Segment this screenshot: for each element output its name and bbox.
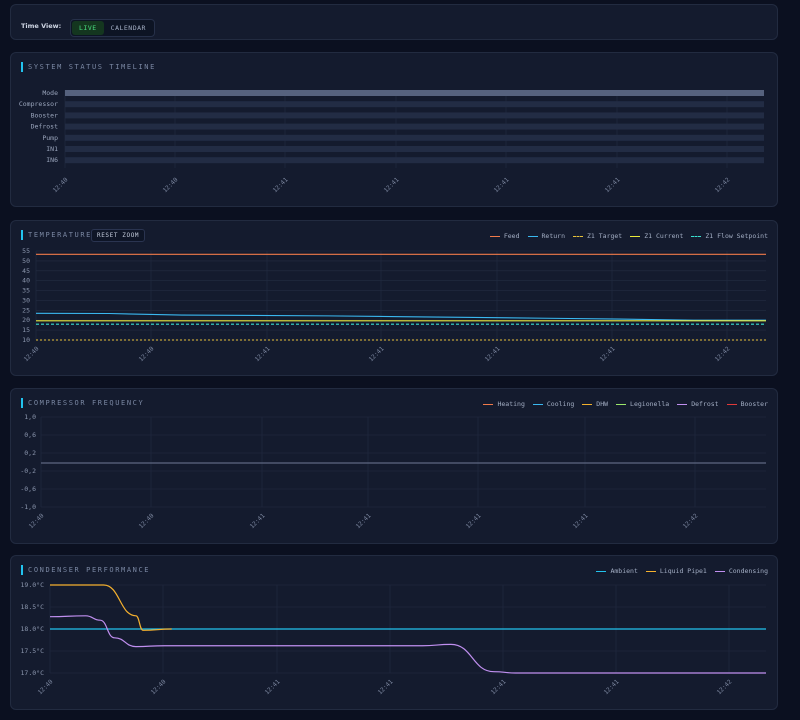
timeline-row-bar [65, 134, 764, 141]
timeline-row-label: Pump [42, 134, 58, 142]
timeline-row-bar [65, 146, 764, 152]
charts-canvas: Mode Compressor Booster Defrost Pump IN1 IN6 12… [19, 89, 766, 696]
frequency-x-tick: 12:41 [355, 512, 373, 530]
timeline-row-label: Compressor [19, 100, 58, 108]
timeline-x-tick: 12:41 [272, 176, 290, 194]
timeline-row-label: IN6 [46, 156, 58, 164]
timeline-x-tick: 12:41 [604, 176, 622, 194]
timeline-x-tick: 12:41 [383, 176, 401, 194]
condenser-y-tick: 18.0°C [21, 625, 45, 633]
temperatures-y-tick: 15 [22, 326, 30, 334]
frequency-x-tick: 12:41 [465, 512, 483, 530]
timeline-row-bar [65, 101, 764, 108]
temperatures-y-tick: 45 [22, 267, 30, 275]
temperatures-y-tick: 35 [22, 287, 30, 295]
condenser-x-tick: 12:42 [716, 678, 734, 696]
condensing-line [49, 615, 766, 674]
condenser-x-tick: 12:41 [603, 678, 621, 696]
temperatures-y-tick: 50 [22, 257, 30, 265]
temperatures-x-tick: 12:41 [599, 345, 617, 363]
timeline-x-tick: 12:42 [714, 176, 732, 194]
timeline-row-bar [65, 123, 764, 130]
frequency-y-tick: -0,2 [20, 467, 36, 475]
temperatures-x-tick: 12:40 [23, 345, 41, 363]
temperatures-y-tick: 20 [22, 316, 30, 324]
condenser-x-tick: 12:40 [37, 678, 55, 696]
timeline-row-label: Booster [31, 111, 58, 119]
condenser-x-tick: 12:40 [150, 678, 168, 696]
condenser-y-tick: 18.5°C [21, 603, 45, 611]
timeline-row-label: Defrost [31, 123, 58, 131]
temperatures-x-tick: 12:41 [368, 345, 386, 363]
temperatures-y-tick: 55 [22, 247, 30, 255]
frequency-y-tick: 0,6 [24, 431, 36, 439]
timeline-x-tick: 12:40 [52, 176, 70, 194]
timeline-x-tick: 12:40 [162, 176, 180, 194]
condenser-y-tick: 17.5°C [21, 647, 45, 655]
temperatures-x-tick: 12:41 [254, 345, 272, 363]
frequency-y-tick: -0,6 [20, 485, 36, 493]
frequency-x-tick: 12:42 [682, 512, 700, 530]
condenser-y-tick: 19.0°C [21, 581, 45, 589]
condenser-x-tick: 12:41 [490, 678, 508, 696]
frequency-y-tick: -1,0 [20, 503, 36, 511]
frequency-y-tick: 1,0 [24, 413, 36, 421]
temperatures-x-tick: 12:42 [714, 345, 732, 363]
return-line [35, 312, 766, 321]
temperatures-y-tick: 40 [22, 277, 30, 285]
temperatures-y-tick: 25 [22, 306, 30, 314]
temperatures-x-tick: 12:41 [484, 345, 502, 363]
frequency-x-tick: 12:41 [249, 512, 267, 530]
frequency-x-tick: 12:41 [572, 512, 590, 530]
condenser-y-tick: 17.0°C [21, 669, 45, 677]
timeline-row-bar [65, 90, 764, 96]
timeline-row-bar [65, 112, 764, 119]
frequency-y-tick: 0,2 [24, 449, 36, 457]
timeline-row-label: Mode [42, 89, 58, 97]
timeline-row-label: IN1 [46, 145, 58, 153]
liquid-pipe1-line [50, 584, 172, 631]
timeline-row-bar [65, 157, 764, 164]
condenser-x-tick: 12:41 [264, 678, 282, 696]
temperatures-x-tick: 12:40 [138, 345, 156, 363]
temperatures-y-tick: 30 [22, 296, 30, 304]
temperatures-y-tick: 10 [22, 336, 30, 344]
frequency-x-tick: 12:40 [138, 512, 156, 530]
timeline-x-tick: 12:41 [493, 176, 511, 194]
frequency-x-tick: 12:40 [28, 512, 46, 530]
condenser-x-tick: 12:41 [377, 678, 395, 696]
